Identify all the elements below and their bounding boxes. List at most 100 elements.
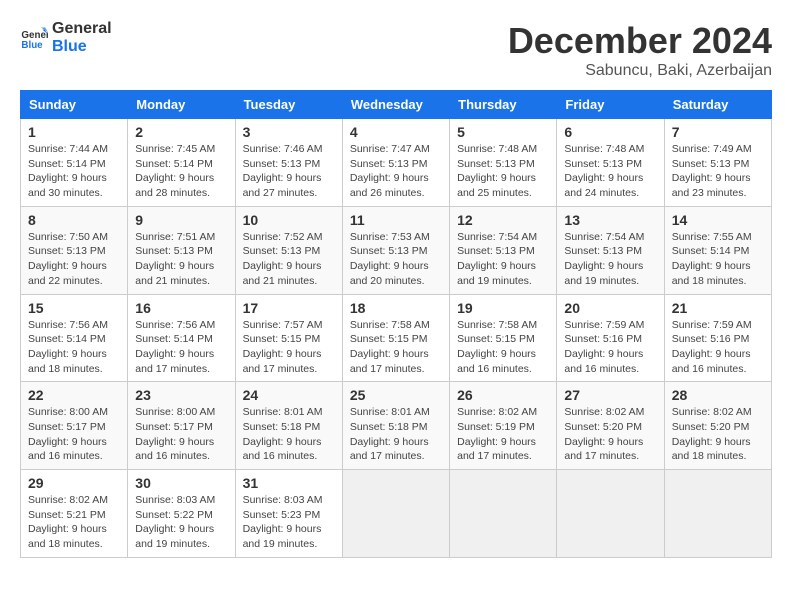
day-info: Sunrise: 8:00 AM Sunset: 5:17 PM Dayligh… [135,405,227,464]
day-number: 25 [350,387,442,403]
week-row-3: 15 Sunrise: 7:56 AM Sunset: 5:14 PM Dayl… [21,294,772,382]
day-info: Sunrise: 7:54 AM Sunset: 5:13 PM Dayligh… [564,230,656,289]
day-number: 28 [672,387,764,403]
logo: General Blue General Blue [20,20,112,55]
calendar-cell: 5 Sunrise: 7:48 AM Sunset: 5:13 PM Dayli… [450,119,557,207]
calendar-cell: 31 Sunrise: 8:03 AM Sunset: 5:23 PM Dayl… [235,470,342,558]
day-number: 23 [135,387,227,403]
weekday-header-row: SundayMondayTuesdayWednesdayThursdayFrid… [21,91,772,119]
calendar-cell [664,470,771,558]
calendar-cell: 25 Sunrise: 8:01 AM Sunset: 5:18 PM Dayl… [342,382,449,470]
calendar-cell: 8 Sunrise: 7:50 AM Sunset: 5:13 PM Dayli… [21,206,128,294]
day-info: Sunrise: 7:48 AM Sunset: 5:13 PM Dayligh… [457,142,549,201]
weekday-header-sunday: Sunday [21,91,128,119]
day-info: Sunrise: 7:55 AM Sunset: 5:14 PM Dayligh… [672,230,764,289]
month-title: December 2024 [508,20,772,62]
day-info: Sunrise: 7:58 AM Sunset: 5:15 PM Dayligh… [457,318,549,377]
day-number: 22 [28,387,120,403]
day-number: 31 [243,475,335,491]
calendar-cell: 3 Sunrise: 7:46 AM Sunset: 5:13 PM Dayli… [235,119,342,207]
day-info: Sunrise: 7:49 AM Sunset: 5:13 PM Dayligh… [672,142,764,201]
logo-line1: General [52,20,112,38]
day-number: 9 [135,212,227,228]
calendar-cell: 1 Sunrise: 7:44 AM Sunset: 5:14 PM Dayli… [21,119,128,207]
day-number: 15 [28,300,120,316]
weekday-header-tuesday: Tuesday [235,91,342,119]
logo-icon: General Blue [20,24,48,52]
week-row-1: 1 Sunrise: 7:44 AM Sunset: 5:14 PM Dayli… [21,119,772,207]
day-number: 5 [457,124,549,140]
weekday-header-monday: Monday [128,91,235,119]
day-number: 1 [28,124,120,140]
day-number: 10 [243,212,335,228]
day-info: Sunrise: 8:00 AM Sunset: 5:17 PM Dayligh… [28,405,120,464]
day-number: 27 [564,387,656,403]
calendar-cell [557,470,664,558]
calendar-cell: 18 Sunrise: 7:58 AM Sunset: 5:15 PM Dayl… [342,294,449,382]
day-info: Sunrise: 7:59 AM Sunset: 5:16 PM Dayligh… [564,318,656,377]
weekday-header-thursday: Thursday [450,91,557,119]
week-row-2: 8 Sunrise: 7:50 AM Sunset: 5:13 PM Dayli… [21,206,772,294]
day-number: 19 [457,300,549,316]
day-info: Sunrise: 7:56 AM Sunset: 5:14 PM Dayligh… [28,318,120,377]
day-number: 24 [243,387,335,403]
day-info: Sunrise: 8:02 AM Sunset: 5:20 PM Dayligh… [564,405,656,464]
day-number: 20 [564,300,656,316]
calendar-cell: 30 Sunrise: 8:03 AM Sunset: 5:22 PM Dayl… [128,470,235,558]
weekday-header-saturday: Saturday [664,91,771,119]
day-number: 6 [564,124,656,140]
calendar-cell: 19 Sunrise: 7:58 AM Sunset: 5:15 PM Dayl… [450,294,557,382]
day-number: 3 [243,124,335,140]
day-info: Sunrise: 7:56 AM Sunset: 5:14 PM Dayligh… [135,318,227,377]
day-number: 17 [243,300,335,316]
calendar-cell [342,470,449,558]
calendar-cell: 6 Sunrise: 7:48 AM Sunset: 5:13 PM Dayli… [557,119,664,207]
day-number: 4 [350,124,442,140]
day-number: 2 [135,124,227,140]
day-number: 14 [672,212,764,228]
week-row-5: 29 Sunrise: 8:02 AM Sunset: 5:21 PM Dayl… [21,470,772,558]
calendar-cell [450,470,557,558]
day-info: Sunrise: 8:01 AM Sunset: 5:18 PM Dayligh… [350,405,442,464]
day-number: 26 [457,387,549,403]
svg-text:Blue: Blue [21,39,43,50]
day-info: Sunrise: 7:53 AM Sunset: 5:13 PM Dayligh… [350,230,442,289]
title-area: December 2024 Sabuncu, Baki, Azerbaijan [508,20,772,80]
day-info: Sunrise: 8:03 AM Sunset: 5:22 PM Dayligh… [135,493,227,552]
calendar-cell: 26 Sunrise: 8:02 AM Sunset: 5:19 PM Dayl… [450,382,557,470]
day-info: Sunrise: 7:57 AM Sunset: 5:15 PM Dayligh… [243,318,335,377]
calendar-cell: 22 Sunrise: 8:00 AM Sunset: 5:17 PM Dayl… [21,382,128,470]
calendar-table: SundayMondayTuesdayWednesdayThursdayFrid… [20,90,772,558]
calendar-cell: 29 Sunrise: 8:02 AM Sunset: 5:21 PM Dayl… [21,470,128,558]
calendar-cell: 16 Sunrise: 7:56 AM Sunset: 5:14 PM Dayl… [128,294,235,382]
day-number: 21 [672,300,764,316]
day-number: 7 [672,124,764,140]
day-info: Sunrise: 7:48 AM Sunset: 5:13 PM Dayligh… [564,142,656,201]
day-number: 13 [564,212,656,228]
calendar-cell: 20 Sunrise: 7:59 AM Sunset: 5:16 PM Dayl… [557,294,664,382]
calendar-cell: 7 Sunrise: 7:49 AM Sunset: 5:13 PM Dayli… [664,119,771,207]
calendar-cell: 10 Sunrise: 7:52 AM Sunset: 5:13 PM Dayl… [235,206,342,294]
calendar-cell: 13 Sunrise: 7:54 AM Sunset: 5:13 PM Dayl… [557,206,664,294]
calendar-cell: 21 Sunrise: 7:59 AM Sunset: 5:16 PM Dayl… [664,294,771,382]
day-info: Sunrise: 8:02 AM Sunset: 5:21 PM Dayligh… [28,493,120,552]
location-subtitle: Sabuncu, Baki, Azerbaijan [508,62,772,80]
day-number: 16 [135,300,227,316]
day-info: Sunrise: 8:02 AM Sunset: 5:19 PM Dayligh… [457,405,549,464]
day-info: Sunrise: 7:50 AM Sunset: 5:13 PM Dayligh… [28,230,120,289]
day-info: Sunrise: 7:59 AM Sunset: 5:16 PM Dayligh… [672,318,764,377]
day-number: 18 [350,300,442,316]
day-info: Sunrise: 8:01 AM Sunset: 5:18 PM Dayligh… [243,405,335,464]
day-info: Sunrise: 7:54 AM Sunset: 5:13 PM Dayligh… [457,230,549,289]
calendar-cell: 23 Sunrise: 8:00 AM Sunset: 5:17 PM Dayl… [128,382,235,470]
calendar-cell: 9 Sunrise: 7:51 AM Sunset: 5:13 PM Dayli… [128,206,235,294]
calendar-cell: 14 Sunrise: 7:55 AM Sunset: 5:14 PM Dayl… [664,206,771,294]
day-info: Sunrise: 7:45 AM Sunset: 5:14 PM Dayligh… [135,142,227,201]
day-number: 12 [457,212,549,228]
day-info: Sunrise: 7:51 AM Sunset: 5:13 PM Dayligh… [135,230,227,289]
day-number: 30 [135,475,227,491]
day-info: Sunrise: 8:03 AM Sunset: 5:23 PM Dayligh… [243,493,335,552]
week-row-4: 22 Sunrise: 8:00 AM Sunset: 5:17 PM Dayl… [21,382,772,470]
calendar-cell: 28 Sunrise: 8:02 AM Sunset: 5:20 PM Dayl… [664,382,771,470]
day-info: Sunrise: 7:58 AM Sunset: 5:15 PM Dayligh… [350,318,442,377]
